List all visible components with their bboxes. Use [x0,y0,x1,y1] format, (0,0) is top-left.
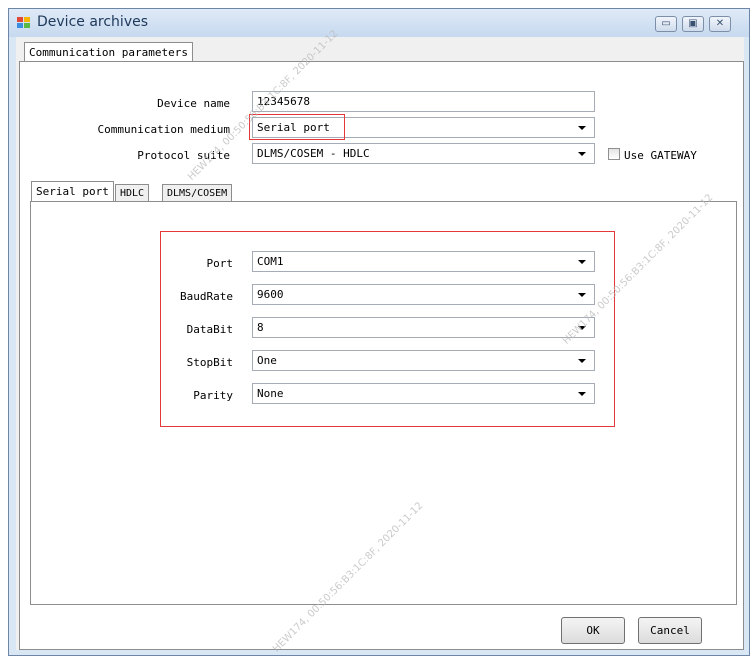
protocol-suite-value: DLMS/COSEM - HDLC [257,147,370,160]
protocol-suite-select[interactable]: DLMS/COSEM - HDLC [252,143,595,164]
stopbit-value: One [257,354,277,367]
close-button[interactable]: ✕ [709,16,731,32]
communication-medium-label: Communication medium [97,123,230,136]
device-name-input[interactable]: 12345678 [252,91,595,112]
communication-medium-select[interactable]: Serial port [252,117,595,138]
title-bar[interactable]: Device archives ▭ ▣ ✕ [9,9,749,37]
tab-communication-parameters[interactable]: Communication parameters [24,42,193,62]
communication-medium-value: Serial port [257,121,330,134]
tab-serial-port[interactable]: Serial port [31,181,114,202]
parity-select[interactable]: None [252,383,595,404]
maximize-button[interactable]: ▣ [682,16,704,32]
use-gateway-label[interactable]: Use GATEWAY [624,149,697,162]
chevron-down-icon [578,126,586,130]
chevron-down-icon [578,260,586,264]
port-label: Port [206,257,234,270]
parity-label: Parity [193,389,233,402]
chevron-down-icon [578,392,586,396]
client-area: Communication parameters Device name 123… [16,28,744,655]
databit-label: DataBit [186,323,233,336]
parity-value: None [257,387,284,400]
device-name-label: Device name [157,97,230,110]
databit-select[interactable]: 8 [252,317,595,338]
minimize-button[interactable]: ▭ [655,16,677,32]
databit-value: 8 [257,321,264,334]
ok-button[interactable]: OK [561,617,625,644]
baudrate-value: 9600 [257,288,284,301]
device-archives-window: Device archives ▭ ▣ ✕ Communication para… [8,8,750,656]
tab-dlms-cosem[interactable]: DLMS/COSEM [162,184,233,202]
stopbit-select[interactable]: One [252,350,595,371]
stopbit-label: StopBit [186,356,233,369]
baudrate-select[interactable]: 9600 [252,284,595,305]
tab-hdlc[interactable]: HDLC [115,184,150,202]
cancel-button[interactable]: Cancel [638,617,702,644]
app-icon [17,17,31,29]
chevron-down-icon [578,359,586,363]
chevron-down-icon [578,293,586,297]
use-gateway-checkbox[interactable] [608,148,620,160]
window-title: Device archives [37,14,149,30]
chevron-down-icon [578,152,586,156]
port-select[interactable]: COM1 [252,251,595,272]
baudrate-label: BaudRate [180,290,233,303]
port-value: COM1 [257,255,284,268]
